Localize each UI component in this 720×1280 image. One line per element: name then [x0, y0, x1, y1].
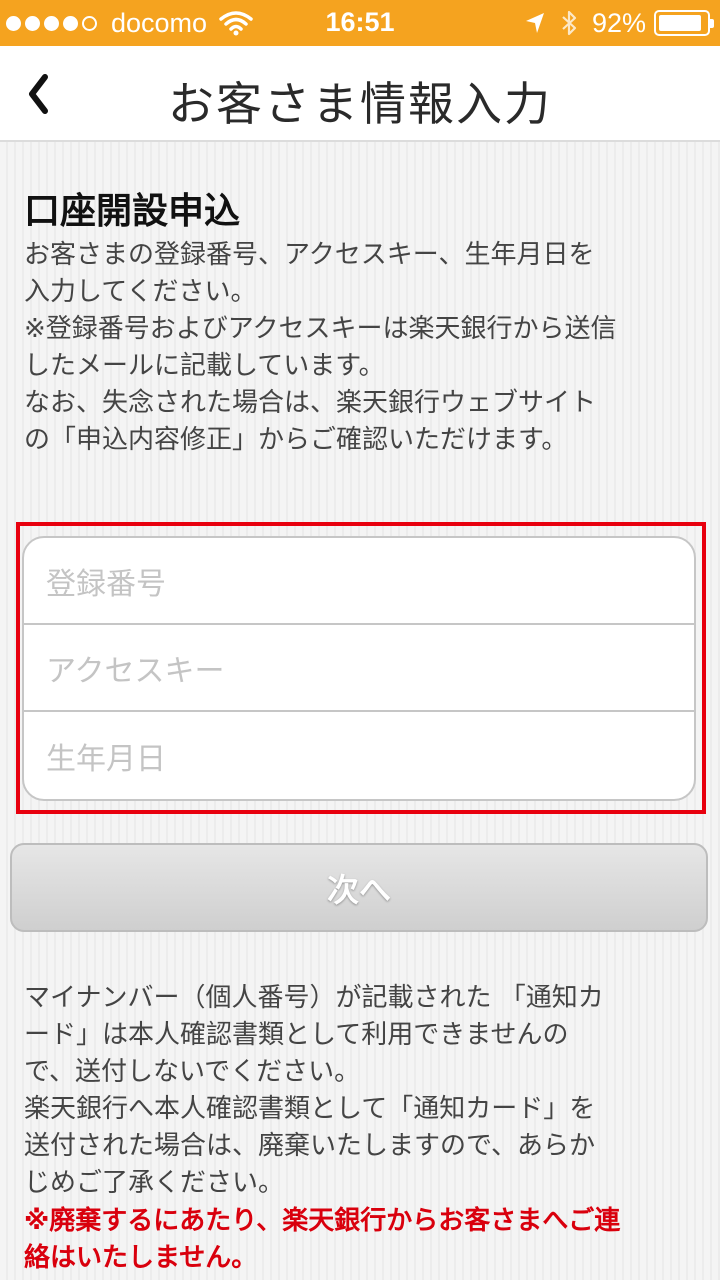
instructions-line: なお、失念された場合は、楽天銀行ウェブサイト [24, 388, 597, 418]
status-bar: docomo 16:51 92% [0, 0, 720, 46]
registration-number-field[interactable]: 登録番号 [24, 538, 694, 625]
page-title: お客さま情報入力 [168, 77, 552, 131]
instructions-line: お客さまの登録番号、アクセスキー、生年月日を [24, 240, 595, 270]
notice-warning: ※廃棄するにあたり、楽天銀行からお客さまへご連 絡はいたしません。 [24, 1203, 704, 1277]
notice-text: マイナンバー（個人番号）が記載された 「通知カ ード」は本人確認書類として利用で… [24, 980, 704, 1202]
bluetooth-icon [562, 10, 577, 36]
notice-line: で、送付しないでください。 [24, 1057, 361, 1087]
instructions-text: お客さまの登録番号、アクセスキー、生年月日を 入力してください。 ※登録番号およ… [24, 237, 704, 459]
status-right: 92% [524, 7, 714, 39]
login-form: 登録番号 アクセスキー 生年月日 [22, 536, 696, 801]
notice-line: マイナンバー（個人番号）が記載された 「通知カ [24, 983, 604, 1013]
notice-line: 送付された場合は、廃棄いたしますので、あらか [24, 1131, 595, 1161]
notice-line: じめご了承ください。 [24, 1168, 285, 1198]
location-arrow-icon [525, 13, 544, 33]
notice-line: ード」は本人確認書類として利用できませんの [24, 1020, 569, 1050]
instructions-line: したメールに記載しています。 [24, 351, 385, 381]
notice-line: 楽天銀行へ本人確認書類として「通知カード」を [24, 1094, 596, 1124]
access-key-field[interactable]: アクセスキー [24, 625, 694, 712]
warning-line: 絡はいたしません。 [24, 1243, 258, 1273]
battery-percent: 92% [591, 7, 646, 38]
battery-icon [654, 10, 714, 36]
instructions-line: 入力してください。 [24, 277, 257, 307]
battery-level [659, 15, 702, 31]
navigation-bar: お客さま情報入力 [0, 46, 720, 142]
instructions-line: の「申込内容修正」からご確認いただけます。 [24, 425, 568, 455]
section-title: 口座開設申込 [24, 191, 241, 232]
instructions-line: ※登録番号およびアクセスキーは楽天銀行から送信 [24, 314, 617, 344]
birth-date-field[interactable]: 生年月日 [24, 712, 694, 799]
next-button[interactable]: 次へ [10, 843, 708, 932]
warning-line: ※廃棄するにあたり、楽天銀行からお客さまへご連 [24, 1206, 621, 1236]
